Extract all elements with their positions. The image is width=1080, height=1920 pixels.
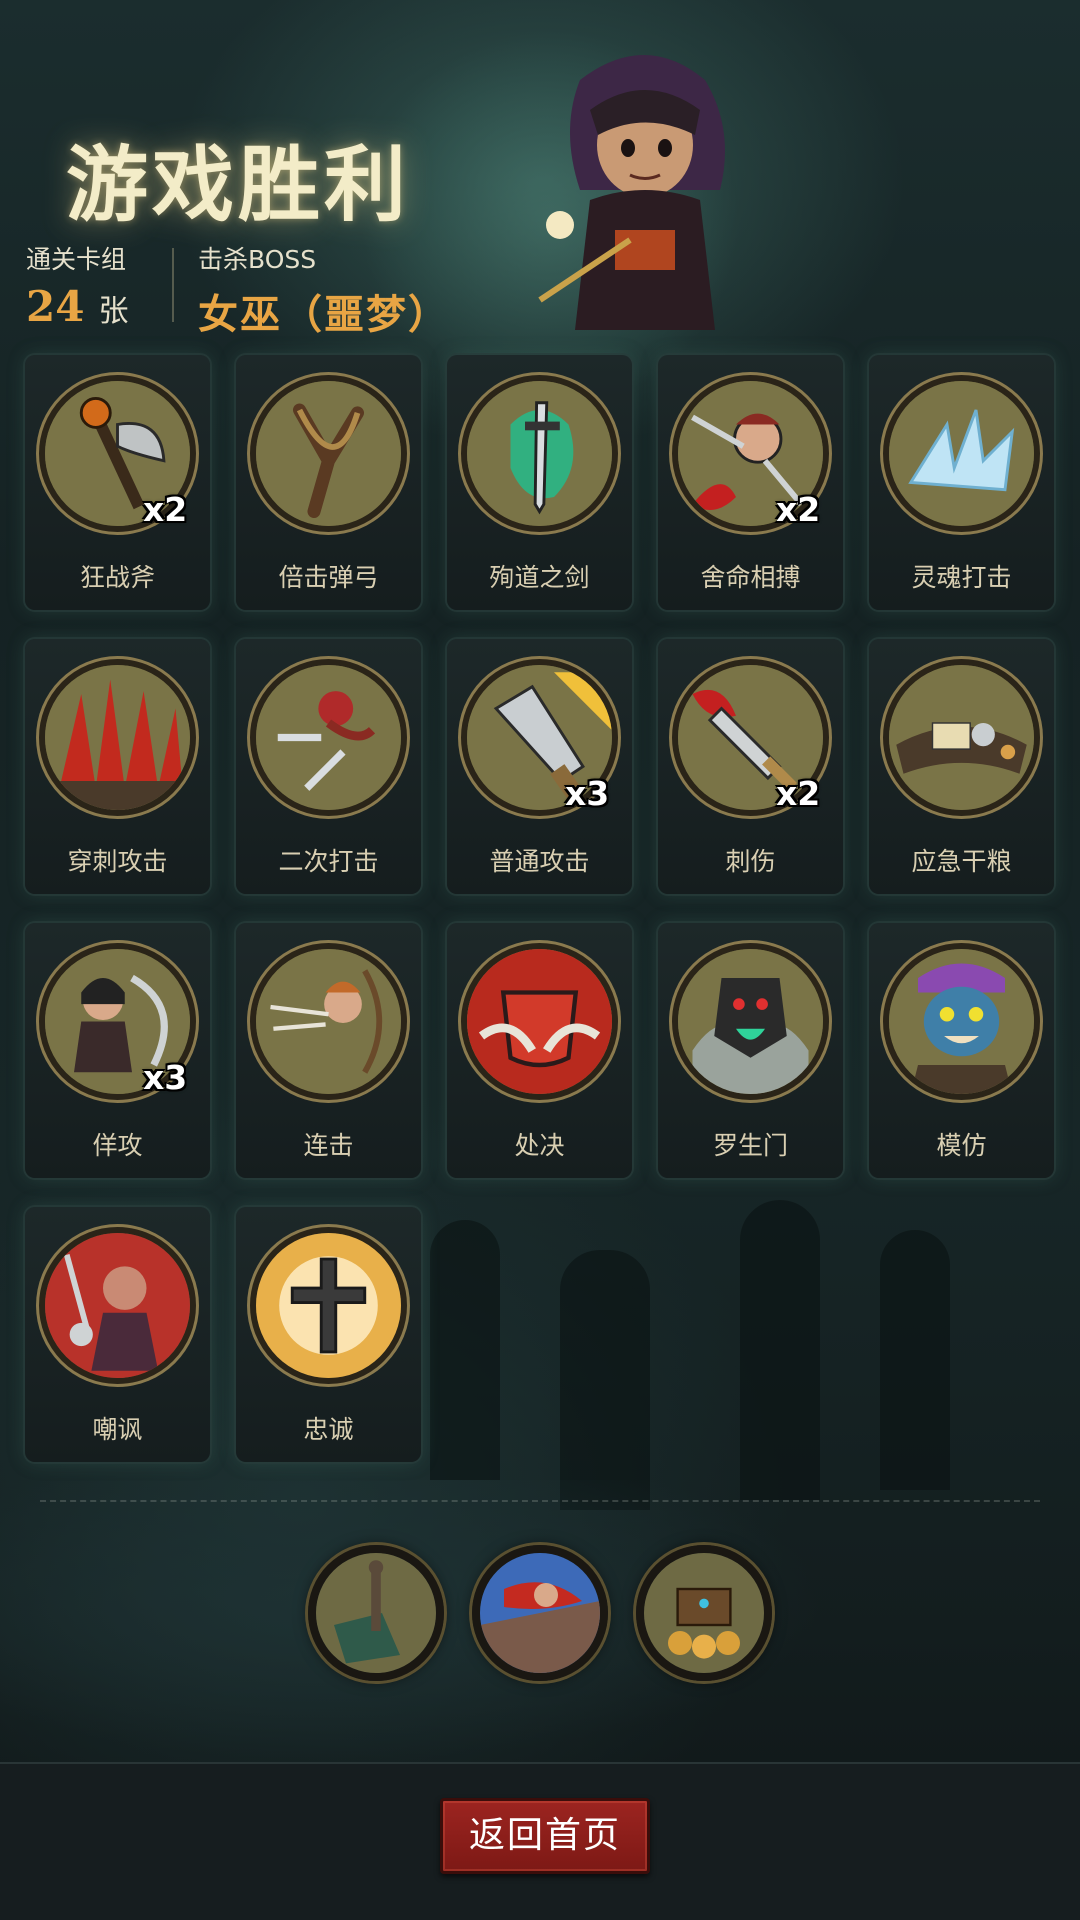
stat-divider	[172, 248, 174, 322]
card-item[interactable]: 嘲讽	[25, 1207, 210, 1462]
card-multiplier: x2	[143, 490, 188, 529]
card-name: 处决	[514, 1131, 565, 1160]
card-item[interactable]: 忠诚	[236, 1207, 421, 1462]
card-name: 忠诚	[303, 1415, 354, 1444]
card-item[interactable]: x2 舍命相搏	[658, 355, 843, 610]
hero-illustration	[520, 40, 770, 340]
card-item[interactable]: 罗生门	[658, 923, 843, 1178]
card-name: 殉道之剑	[489, 563, 590, 592]
card-name: 嘲讽	[92, 1415, 143, 1444]
background-tree	[430, 1220, 500, 1480]
page-title: 游戏胜利	[66, 137, 411, 233]
taunt-icon	[39, 1227, 196, 1384]
background-tree	[560, 1250, 650, 1510]
demon-gate-icon	[672, 943, 829, 1100]
card-name: 二次打击	[278, 847, 379, 876]
card-item[interactable]: 穿刺攻击	[25, 639, 210, 894]
goblin-mimic-icon	[883, 943, 1040, 1100]
hero-flag-icon[interactable]	[472, 1545, 608, 1681]
card-multiplier: x2	[776, 490, 821, 529]
card-item[interactable]: x3 佯攻	[25, 923, 210, 1178]
card-name: 灵魂打击	[911, 563, 1012, 592]
background-tree	[880, 1230, 950, 1490]
boss-name: 女巫（噩梦）	[198, 292, 450, 338]
map-sword-icon[interactable]	[308, 1545, 444, 1681]
background-tree	[740, 1200, 820, 1500]
ice-shard-icon	[883, 375, 1040, 532]
deck-label: 通关卡组	[26, 245, 127, 274]
card-name: 普通攻击	[489, 847, 590, 876]
card-item[interactable]: 模仿	[869, 923, 1054, 1178]
spectral-sword-icon	[461, 375, 618, 532]
deck-count: 24	[26, 282, 85, 331]
card-item[interactable]: x2 狂战斧	[25, 355, 210, 610]
card-name: 舍命相搏	[700, 563, 801, 592]
card-item[interactable]: x3 普通攻击	[447, 639, 632, 894]
card-name: 模仿	[936, 1131, 987, 1160]
card-item[interactable]: 灵魂打击	[869, 355, 1054, 610]
boss-stat: 击杀BOSS 女巫（噩梦）	[198, 240, 450, 340]
card-name: 穿刺攻击	[67, 847, 168, 876]
card-item[interactable]: x2 刺伤	[658, 639, 843, 894]
card-item[interactable]: 殉道之剑	[447, 355, 632, 610]
card-item[interactable]: 处决	[447, 923, 632, 1178]
spikes-icon	[39, 659, 196, 816]
execution-icon	[461, 943, 618, 1100]
card-item[interactable]: 应急干粮	[869, 639, 1054, 894]
return-home-button[interactable]: 返回首页	[440, 1798, 650, 1874]
treasure-chest-icon[interactable]	[636, 1545, 772, 1681]
card-multiplier: x2	[776, 774, 821, 813]
holy-cross-icon	[250, 1227, 407, 1384]
card-name: 佯攻	[92, 1131, 143, 1160]
card-name: 狂战斧	[79, 563, 155, 592]
card-name: 应急干粮	[911, 847, 1012, 876]
deck-stat: 通关卡组 24 张	[26, 240, 128, 331]
card-multiplier: x3	[565, 774, 610, 813]
card-item[interactable]: 二次打击	[236, 639, 421, 894]
archer-icon	[250, 943, 407, 1100]
deck-unit: 张	[98, 294, 129, 329]
card-name: 倍击弹弓	[278, 563, 379, 592]
double-dagger-icon	[250, 659, 407, 816]
section-divider	[40, 1500, 1040, 1502]
rations-icon	[883, 659, 1040, 816]
card-name: 刺伤	[725, 847, 776, 876]
slingshot-icon	[250, 375, 407, 532]
card-multiplier: x3	[143, 1058, 188, 1097]
card-name: 罗生门	[712, 1131, 788, 1160]
victory-screen: 游戏胜利 通关卡组 24 张 击杀BOSS 女巫（噩梦） x2 狂战斧 倍击弹弓…	[0, 0, 1080, 1920]
card-name: 连击	[303, 1131, 354, 1160]
card-item[interactable]: 连击	[236, 923, 421, 1178]
card-item[interactable]: 倍击弹弓	[236, 355, 421, 610]
boss-label: 击杀BOSS	[198, 245, 317, 274]
